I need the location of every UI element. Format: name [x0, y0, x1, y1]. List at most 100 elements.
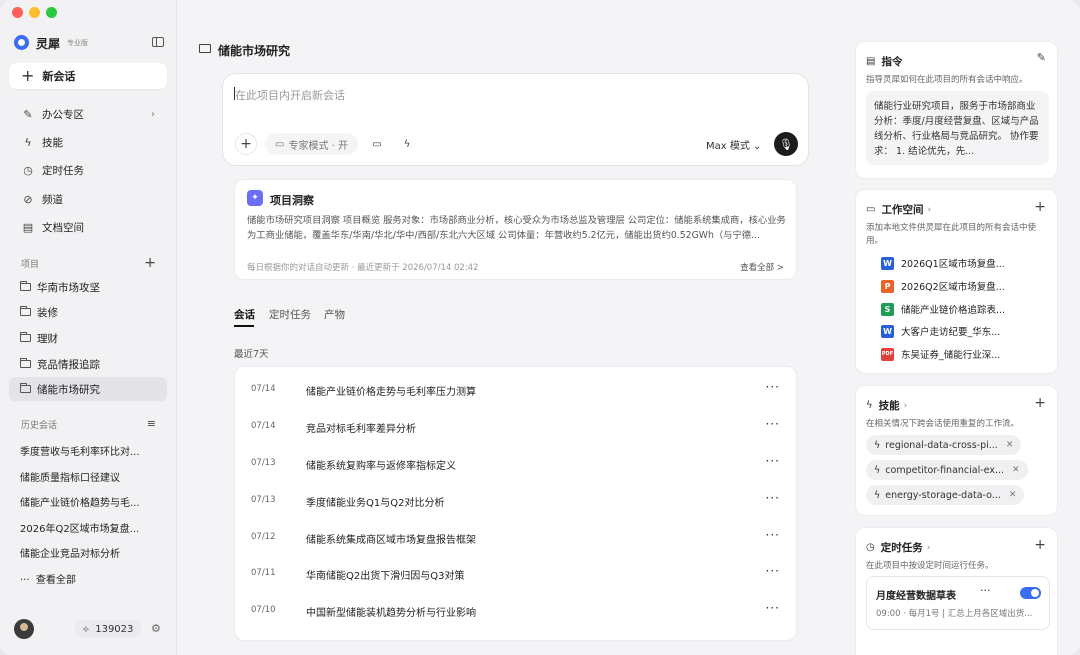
project-item[interactable]: 理财 [9, 326, 167, 350]
bolt-icon[interactable]: ϟ [396, 133, 418, 155]
screen-icon[interactable]: ▭ [366, 133, 388, 155]
tab-artifacts[interactable]: 产物 [324, 307, 345, 322]
edit-icon[interactable]: ✎ [1037, 52, 1046, 63]
project-item[interactable]: 装修 [9, 300, 167, 324]
sidebar-item-label: 技能 [42, 136, 63, 149]
filter-icon[interactable]: ≡ [147, 418, 156, 429]
instructions-text[interactable]: 储能行业研究项目，服务于市场部商业分析：季度/月度经营复盘、区域与产品线分析、行… [866, 91, 1049, 165]
history-view-all[interactable]: ··· 查看全部 [20, 571, 160, 586]
schedule-title[interactable]: 定时任务 [881, 540, 923, 555]
sparkle-icon: ✦ [247, 190, 263, 206]
session-row[interactable]: 07/14 储能产业链价格走势与毛利率压力测算 ··· [235, 371, 796, 408]
composer-input[interactable]: 在此项目内开启新会话 [235, 87, 345, 103]
session-title: 华南储能Q2出货下滑归因与Q3对策 [306, 571, 465, 582]
task-meta: 09:00 · 每月1号 | 汇总上月各区域出货... [876, 609, 1033, 619]
document-icon: ▤ [22, 220, 34, 234]
project-item[interactable]: 竞品情报追踪 [9, 352, 167, 376]
add-project-button[interactable]: + [144, 256, 156, 270]
session-row[interactable]: 07/13 季度储能业务Q1与Q2对比分析 ··· [235, 482, 796, 519]
history-item[interactable]: 2026年Q2区域市场复盘... [20, 520, 160, 535]
add-skill-button[interactable]: + [1034, 396, 1046, 410]
session-row[interactable]: 07/12 储能系统集成商区域市场复盘报告框架 ··· [235, 519, 796, 556]
history-heading: 历史会话 [21, 421, 58, 431]
add-file-button[interactable]: + [1034, 200, 1046, 214]
edition-badge: 专业版 [67, 39, 88, 47]
skills-title[interactable]: 技能 [879, 398, 900, 413]
scheduled-task-item[interactable]: 月度经营数据草表 ··· 09:00 · 每月1号 | 汇总上月各区域出货... [866, 576, 1050, 630]
more-icon[interactable]: ··· [766, 601, 780, 615]
more-icon[interactable]: ··· [766, 380, 780, 394]
chevron-right-icon: › [926, 542, 931, 553]
session-row[interactable]: 07/14 竞品对标毛利率差异分析 ··· [235, 408, 796, 445]
project-settings-panel: ▤ 指令 ✎ 指导灵犀如何在此项目的所有会话中响应。 储能行业研究项目，服务于市场… [855, 0, 1058, 655]
gear-icon[interactable]: ⚙ [151, 622, 161, 635]
session-list: 07/14 储能产业链价格走势与毛利率压力测算 ··· 07/14 竞品对标毛利率差异… [234, 366, 797, 641]
microphone-button[interactable]: 🎙 [774, 132, 798, 156]
minimize-window-button[interactable] [29, 7, 40, 18]
composer[interactable]: 在此项目内开启新会话 + ▭ 专家模式 · 开 ▭ ϟ Max 模式 ⌄ 🎙 [222, 73, 809, 166]
file-item[interactable]: PDF 东吴证券_储能行业深... [881, 346, 1000, 362]
history-item[interactable]: 储能质量指标口径建议 [20, 469, 160, 484]
sidebar-toggle-icon[interactable] [152, 37, 164, 47]
credits-badge[interactable]: ⟡ 139023 [75, 620, 141, 638]
close-icon[interactable]: ✕ [1006, 440, 1014, 450]
sidebar-item-docs[interactable]: ▤ 文档空间 [9, 215, 167, 239]
workspace-card: ▭ 工作空间 › + 添加本地文件供灵犀在此项目的所有会话中使用。 W 2026Q1区… [855, 189, 1058, 374]
file-item[interactable]: W 大客户走访纪要_华东... [881, 323, 1000, 339]
history-item[interactable]: 储能企业竞品对标分析 [20, 545, 160, 560]
insight-view-all-link[interactable]: 查看全部 > [740, 261, 784, 273]
history-item[interactable]: 储能产业链价格趋势与毛... [20, 494, 160, 509]
tab-scheduled[interactable]: 定时任务 [269, 307, 311, 322]
sidebar-item-scheduled[interactable]: ◷ 定时任务 [9, 158, 167, 182]
project-insight-card: ✦ 项目洞察 储能市场研究项目洞察 项目概览 服务对象：市场部商业分析，核心受众… [234, 179, 797, 280]
avatar[interactable] [14, 619, 34, 639]
mode-select[interactable]: Max 模式 ⌄ [706, 137, 761, 152]
session-row[interactable]: 07/13 储能系统复购率与返修率指标定义 ··· [235, 445, 796, 482]
more-icon[interactable]: ··· [766, 528, 780, 542]
close-window-button[interactable] [12, 7, 23, 18]
project-item[interactable]: 华南市场攻坚 [9, 275, 167, 299]
sidebar-item-label: 定时任务 [42, 164, 84, 177]
monitor-icon: ▭ [275, 138, 285, 150]
expert-mode-label: 专家模式 · 开 [288, 140, 348, 152]
recent-heading: 最近7天 [234, 349, 269, 360]
skill-chip[interactable]: ϟ competitor-financial-ex... ✕ [866, 460, 1028, 480]
file-item[interactable]: P 2026Q2区域市场复盘... [881, 278, 1005, 294]
file-item[interactable]: S 储能产业链价格追踪表... [881, 301, 1005, 317]
close-icon[interactable]: ✕ [1009, 490, 1017, 500]
close-icon[interactable]: ✕ [1012, 465, 1020, 475]
file-item[interactable]: W 2026Q1区域市场复盘... [881, 255, 1005, 271]
project-item-active[interactable]: 储能市场研究 [9, 377, 167, 401]
sidebar-item-skills[interactable]: ϟ 技能 [9, 130, 167, 154]
more-icon[interactable]: ··· [766, 491, 780, 505]
new-chat-button[interactable]: + 新会话 [9, 63, 167, 89]
expert-mode-toggle[interactable]: ▭ 专家模式 · 开 [265, 133, 358, 155]
attach-button[interactable]: + [235, 133, 257, 155]
more-icon[interactable]: ··· [766, 417, 780, 431]
task-enabled-toggle[interactable] [1020, 587, 1041, 599]
file-name: 2026Q1区域市场复盘... [901, 259, 1005, 270]
session-date: 07/10 [251, 605, 276, 615]
more-icon[interactable]: ··· [766, 454, 780, 468]
zoom-window-button[interactable] [46, 7, 57, 18]
skill-chip[interactable]: ϟ energy-storage-data-o... ✕ [866, 485, 1025, 505]
workspace-title[interactable]: 工作空间 [881, 202, 923, 217]
session-row[interactable]: 07/11 华南储能Q2出货下滑归因与Q3对策 ··· [235, 555, 796, 592]
skill-chip[interactable]: ϟ regional-data-cross-pi... ✕ [866, 435, 1022, 455]
pdf-file-icon: PDF [881, 347, 894, 361]
main-panel: 储能市场研究 在此项目内开启新会话 + ▭ 专家模式 · 开 ▭ ϟ Max 模式… [178, 0, 840, 655]
credits-value: 139023 [95, 623, 134, 635]
session-title: 季度储能业务Q1与Q2对比分析 [306, 498, 445, 509]
chevron-right-icon: › [927, 204, 932, 215]
session-row[interactable]: 07/10 中国新型储能装机趋势分析与行业影响 ··· [235, 592, 796, 629]
history-item[interactable]: 季度营收与毛利率环比对... [20, 443, 160, 458]
insight-title: 项目洞察 [270, 194, 314, 207]
project-label: 储能市场研究 [37, 383, 100, 396]
more-icon[interactable]: ··· [980, 584, 991, 597]
chevron-right-icon: › [903, 400, 908, 411]
sidebar-item-channels[interactable]: ⊘ 频道 [9, 187, 167, 211]
more-icon[interactable]: ··· [766, 564, 780, 578]
add-task-button[interactable]: + [1034, 538, 1046, 552]
sidebar-item-office[interactable]: ✎ 办公专区 › [9, 102, 167, 126]
tab-sessions[interactable]: 会话 [234, 307, 255, 322]
